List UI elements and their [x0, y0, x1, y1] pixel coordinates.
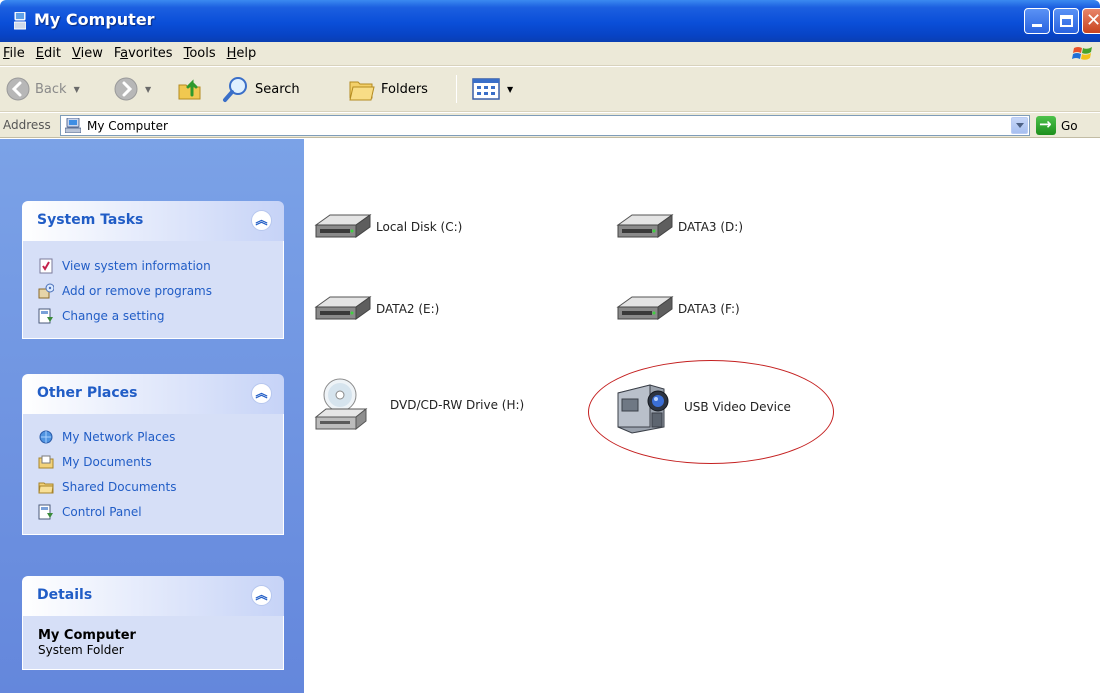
- go-arrow-icon: [1036, 115, 1056, 135]
- shared-folder-icon: [38, 482, 54, 493]
- file-view: Local Disk (C:) DATA3 (D:) DATA2 (E:) DA…: [304, 139, 1100, 693]
- drive-label: DATA3 (D:): [678, 220, 744, 234]
- hard-disk-icon: [616, 296, 674, 320]
- menu-file[interactable]: File: [0, 46, 31, 61]
- network-places-icon: [39, 430, 53, 443]
- close-button[interactable]: ✕: [1082, 8, 1100, 34]
- system-tasks-header[interactable]: System Tasks ︽: [22, 201, 284, 241]
- place-control-panel[interactable]: Control Panel: [23, 499, 283, 524]
- drive-data3-f[interactable]: DATA3 (F:): [612, 285, 740, 333]
- task-add-remove-programs[interactable]: Add or remove programs: [23, 278, 283, 303]
- menu-view[interactable]: View: [67, 46, 109, 61]
- search-icon: [223, 77, 247, 102]
- address-input[interactable]: My Computer: [60, 115, 1030, 136]
- other-places-title: Other Places: [37, 385, 138, 401]
- task-label: Control Panel: [62, 504, 142, 519]
- hard-disk-icon: [616, 214, 674, 238]
- address-bar: Address My Computer Go: [0, 113, 1100, 138]
- drive-label: DATA2 (E:): [376, 302, 440, 316]
- search-button[interactable]: Search: [222, 73, 300, 105]
- place-my-network-places[interactable]: My Network Places: [23, 424, 283, 449]
- collapse-icon[interactable]: ︽: [251, 585, 272, 606]
- task-label: Add or remove programs: [62, 283, 212, 298]
- hard-disk-icon: [314, 296, 372, 320]
- go-label: Go: [1061, 118, 1078, 133]
- menu-bar: File Edit View Favorites Tools Help: [0, 42, 1100, 66]
- drive-label: DATA3 (F:): [678, 302, 740, 316]
- address-dropdown-button[interactable]: [1011, 117, 1028, 134]
- details-name: My Computer: [38, 628, 136, 643]
- my-computer-icon: [65, 118, 81, 133]
- details-title: Details: [37, 587, 93, 603]
- menu-edit[interactable]: Edit: [31, 46, 67, 61]
- add-remove-programs-icon: [38, 283, 54, 298]
- minimize-icon: [1032, 24, 1042, 27]
- back-label: Back: [35, 81, 67, 97]
- views-icon: [472, 78, 500, 100]
- collapse-icon[interactable]: ︽: [251, 383, 272, 404]
- control-panel-icon: [38, 308, 53, 323]
- collapse-icon[interactable]: ︽: [251, 210, 272, 231]
- details-type: System Folder: [38, 643, 124, 657]
- drive-label: DVD/CD-RW Drive (H:): [390, 398, 525, 412]
- folders-label: Folders: [381, 81, 428, 97]
- drive-label: Local Disk (C:): [376, 220, 463, 234]
- my-computer-icon: [14, 12, 26, 30]
- maximize-button[interactable]: [1053, 8, 1079, 34]
- drive-data2-e[interactable]: DATA2 (E:): [310, 285, 439, 333]
- other-places-header[interactable]: Other Places ︽: [22, 374, 284, 414]
- place-my-documents[interactable]: My Documents: [23, 449, 283, 474]
- system-info-icon: [39, 258, 53, 273]
- system-tasks-panel: System Tasks ︽ View system information A…: [22, 201, 284, 339]
- task-label: Change a setting: [62, 308, 165, 323]
- task-label: My Documents: [62, 454, 152, 469]
- close-icon: ✕: [1086, 10, 1100, 31]
- task-label: View system information: [62, 258, 211, 273]
- hard-disk-icon: [314, 214, 372, 238]
- control-panel-icon: [38, 504, 53, 519]
- details-header[interactable]: Details ︽: [22, 576, 284, 616]
- forward-button[interactable]: ▼: [114, 73, 151, 105]
- toolbar: Back ▼ ▼ Search Folders ▼: [0, 67, 1100, 112]
- minimize-button[interactable]: [1024, 8, 1050, 34]
- up-folder-button[interactable]: [176, 73, 204, 105]
- search-label: Search: [255, 81, 300, 97]
- system-tasks-title: System Tasks: [37, 212, 144, 228]
- views-button[interactable]: ▼: [472, 73, 513, 105]
- forward-dropdown-icon[interactable]: ▼: [145, 85, 151, 94]
- menu-help[interactable]: Help: [222, 46, 263, 61]
- window-title: My Computer: [34, 10, 155, 29]
- maximize-icon: [1060, 15, 1073, 27]
- drive-local-disk-c[interactable]: Local Disk (C:): [310, 203, 462, 251]
- dvd-drive-icon: [314, 378, 368, 431]
- forward-arrow-icon: [114, 77, 138, 101]
- highlight-annotation: [588, 360, 834, 464]
- back-button[interactable]: Back ▼: [6, 73, 80, 105]
- folders-icon: [349, 81, 375, 101]
- place-shared-documents[interactable]: Shared Documents: [23, 474, 283, 499]
- folders-button[interactable]: Folders: [348, 73, 428, 105]
- views-dropdown-icon[interactable]: ▼: [507, 85, 513, 94]
- task-change-a-setting[interactable]: Change a setting: [23, 303, 283, 328]
- other-places-panel: Other Places ︽ My Network Places My Docu…: [22, 374, 284, 535]
- details-panel: Details ︽ My Computer System Folder: [22, 576, 284, 670]
- address-value: My Computer: [87, 119, 168, 133]
- back-arrow-icon: [6, 77, 30, 101]
- back-dropdown-icon[interactable]: ▼: [74, 85, 80, 94]
- toolbar-separator: [456, 75, 457, 103]
- task-view-system-information[interactable]: View system information: [23, 253, 283, 278]
- task-label: My Network Places: [62, 429, 176, 444]
- drive-dvd-cdrw-h[interactable]: DVD/CD-RW Drive (H:): [312, 373, 524, 437]
- task-label: Shared Documents: [62, 479, 177, 494]
- drive-data3-d[interactable]: DATA3 (D:): [612, 203, 743, 251]
- windows-logo-icon: [1072, 47, 1092, 60]
- go-button[interactable]: Go: [1036, 115, 1078, 135]
- up-folder-icon: [178, 79, 201, 100]
- task-pane: System Tasks ︽ View system information A…: [0, 139, 304, 693]
- title-bar[interactable]: My Computer ✕: [0, 0, 1100, 42]
- my-documents-icon: [38, 455, 54, 468]
- menu-favorites[interactable]: Favorites: [109, 46, 179, 61]
- address-label: Address: [3, 118, 51, 132]
- menu-tools[interactable]: Tools: [179, 46, 222, 61]
